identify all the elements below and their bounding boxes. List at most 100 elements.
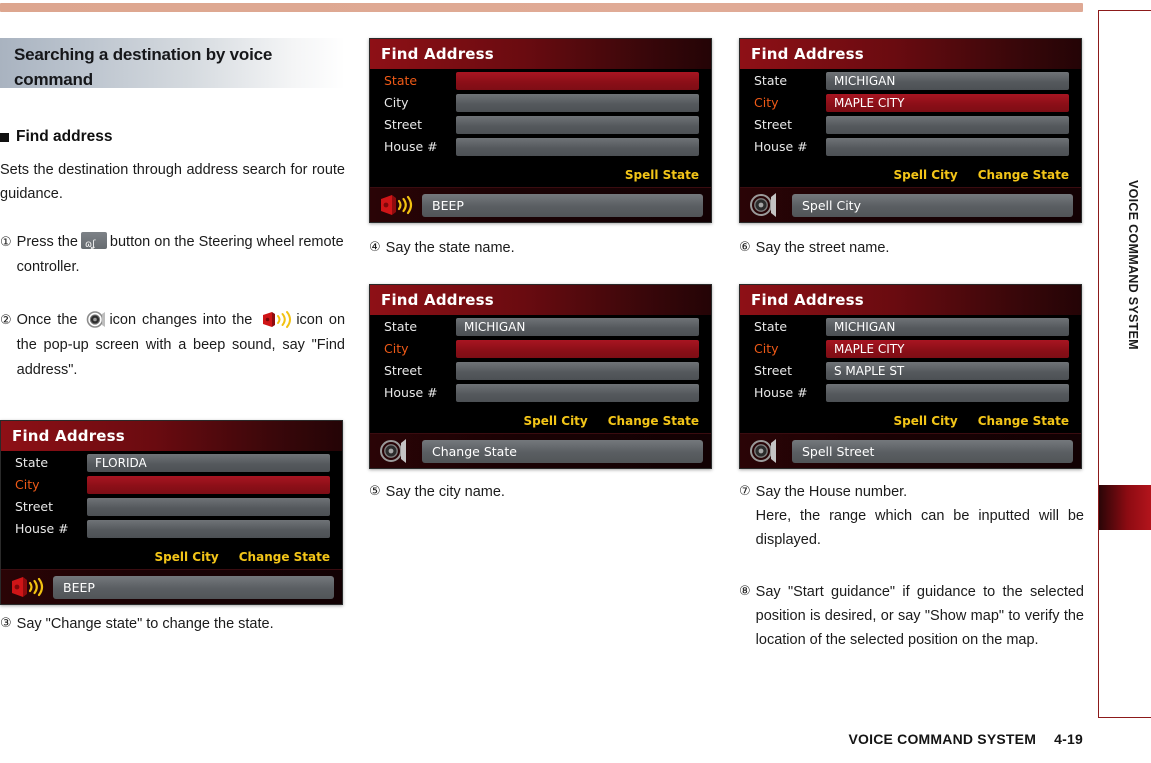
speaker-icon	[748, 192, 784, 218]
nav-row[interactable]: City	[1, 475, 342, 494]
nav-row[interactable]: House #	[370, 137, 711, 156]
nav-command-bar: Spell City Change State	[523, 414, 699, 428]
nav-row[interactable]: House #	[740, 137, 1081, 156]
step-6: ⑥ Say the street name.	[739, 236, 1084, 260]
nav-command-spell-city[interactable]: Spell City	[523, 414, 587, 428]
nav-label-street: Street	[754, 117, 792, 132]
nav-row[interactable]: House #	[370, 383, 711, 402]
step-2: ② Once the icon changes into the icon on…	[0, 308, 345, 383]
nav-row[interactable]: City	[370, 93, 711, 112]
step-7-text: Say the House number. Here, the range wh…	[756, 480, 1084, 552]
nav-value-street[interactable]	[456, 361, 699, 380]
footer-chapter: VOICE COMMAND SYSTEM	[848, 731, 1037, 747]
nav-label-house: House #	[15, 521, 69, 536]
nav-label-city: City	[384, 95, 409, 110]
nav-field-list: State MICHIGAN City MAPLE CITY Street Ho…	[740, 71, 1081, 159]
step-8-text: Say "Start guidance" if guidance to the …	[755, 584, 1084, 648]
nav-command-spell-city[interactable]: Spell City	[893, 168, 957, 182]
nav-label-city: City	[384, 341, 409, 356]
page-title: Searching a destination by voice command	[14, 45, 273, 89]
step-6-number: ⑥	[739, 240, 751, 255]
nav-prompt-text: BEEP	[422, 193, 703, 217]
nav-row[interactable]: Street	[1, 497, 342, 516]
nav-title: Find Address	[1, 421, 342, 451]
nav-prompt-bar: BEEP	[1, 569, 342, 604]
nav-label-house: House #	[754, 139, 808, 154]
nav-row[interactable]: State FLORIDA	[1, 453, 342, 472]
nav-row[interactable]: Street	[740, 115, 1081, 134]
nav-value-house[interactable]	[87, 519, 330, 538]
step-1: ① Press thebutton on the Steering wheel …	[0, 230, 345, 280]
nav-prompt-text: Spell City	[792, 193, 1073, 217]
nav-row[interactable]: State MICHIGAN	[740, 71, 1081, 90]
nav-label-house: House #	[384, 385, 438, 400]
nav-command-change-state[interactable]: Change State	[978, 414, 1069, 428]
nav-row[interactable]: Street	[370, 361, 711, 380]
nav-screen-maple-street[interactable]: Find Address State MICHIGAN City MAPLE C…	[739, 284, 1082, 469]
nav-value-city[interactable]	[87, 475, 330, 494]
nav-value-city[interactable]	[456, 93, 699, 112]
nav-row[interactable]: State MICHIGAN	[370, 317, 711, 336]
nav-value-state[interactable]	[456, 71, 699, 90]
square-bullet-icon	[0, 132, 9, 142]
nav-value-street[interactable]	[826, 115, 1069, 134]
step-1-number: ①	[0, 235, 12, 250]
nav-title: Find Address	[370, 39, 711, 69]
nav-title: Find Address	[740, 39, 1081, 69]
nav-screen-state-empty[interactable]: Find Address State City Street House # S…	[369, 38, 712, 223]
nav-value-house[interactable]	[456, 383, 699, 402]
nav-value-street[interactable]: S MAPLE ST	[826, 361, 1069, 380]
nav-row[interactable]: City MAPLE CITY	[740, 93, 1081, 112]
nav-screen-michigan-city[interactable]: Find Address State MICHIGAN City Street …	[369, 284, 712, 469]
side-tab-label: VOICE COMMAND SYSTEM	[1126, 180, 1140, 350]
nav-command-change-state[interactable]: Change State	[978, 168, 1069, 182]
step-4-number: ④	[369, 240, 381, 255]
nav-command-spell-city[interactable]: Spell City	[893, 414, 957, 428]
nav-label-state: State	[384, 319, 418, 334]
nav-row[interactable]: State	[370, 71, 711, 90]
nav-row[interactable]: State MICHIGAN	[740, 317, 1081, 336]
nav-value-house[interactable]	[826, 137, 1069, 156]
step-2-a: Once the	[16, 312, 78, 328]
nav-command-change-state[interactable]: Change State	[608, 414, 699, 428]
step-2-b: icon changes into the	[109, 312, 253, 328]
nav-value-city[interactable]: MAPLE CITY	[826, 93, 1069, 112]
nav-row[interactable]: Street S MAPLE ST	[740, 361, 1081, 380]
nav-command-change-state[interactable]: Change State	[239, 550, 330, 564]
nav-value-house[interactable]	[826, 383, 1069, 402]
nav-value-street[interactable]	[456, 115, 699, 134]
side-tab-marker	[1099, 485, 1151, 530]
nav-value-state[interactable]: MICHIGAN	[826, 71, 1069, 90]
nav-row[interactable]: Street	[370, 115, 711, 134]
nav-label-street: Street	[384, 363, 422, 378]
nav-screen-florida[interactable]: Find Address State FLORIDA City Street H…	[0, 420, 343, 605]
nav-row[interactable]: City MAPLE CITY	[740, 339, 1081, 358]
nav-value-state[interactable]: MICHIGAN	[456, 317, 699, 336]
step-3-text: Say "Change state" to change the state.	[16, 616, 274, 632]
step-2-text: Once the icon changes into the icon on t…	[17, 308, 345, 383]
nav-label-state: State	[384, 73, 418, 88]
speaker-icon	[86, 311, 106, 328]
nav-command-bar: Spell City Change State	[893, 168, 1069, 182]
top-decorative-rule	[0, 3, 1083, 12]
nav-row[interactable]: City	[370, 339, 711, 358]
nav-title: Find Address	[740, 285, 1081, 315]
nav-command-spell-state[interactable]: Spell State	[625, 168, 699, 182]
footer-page-number: 4-19	[1054, 731, 1083, 747]
nav-row[interactable]: House #	[1, 519, 342, 538]
step-5-number: ⑤	[369, 484, 381, 499]
nav-screen-maple-city[interactable]: Find Address State MICHIGAN City MAPLE C…	[739, 38, 1082, 223]
nav-value-street[interactable]	[87, 497, 330, 516]
nav-prompt-text: Change State	[422, 439, 703, 463]
nav-row[interactable]: House #	[740, 383, 1081, 402]
nav-value-house[interactable]	[456, 137, 699, 156]
nav-prompt-text: Spell Street	[792, 439, 1073, 463]
nav-prompt-bar: Spell Street	[740, 433, 1081, 468]
nav-value-state[interactable]: FLORIDA	[87, 453, 330, 472]
nav-value-city[interactable]	[456, 339, 699, 358]
nav-label-state: State	[754, 319, 788, 334]
nav-value-city[interactable]: MAPLE CITY	[826, 339, 1069, 358]
step-1-pre: Press the	[16, 234, 78, 250]
nav-command-spell[interactable]: Spell City	[154, 550, 218, 564]
nav-value-state[interactable]: MICHIGAN	[826, 317, 1069, 336]
